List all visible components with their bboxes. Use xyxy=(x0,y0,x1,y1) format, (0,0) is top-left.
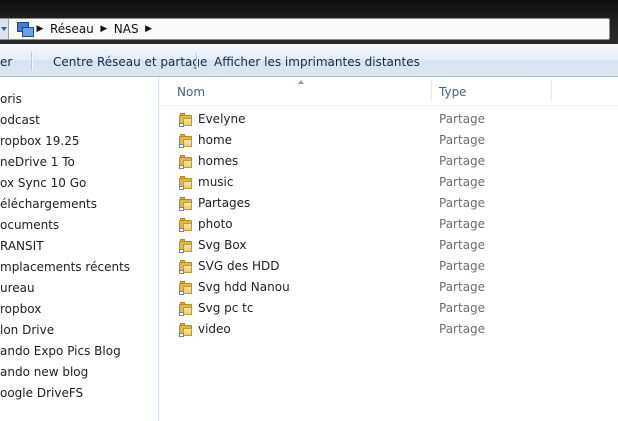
item-name: Partages xyxy=(198,196,251,210)
item-name: Evelyne xyxy=(198,112,246,126)
nav-item[interactable]: ropbox xyxy=(0,299,158,319)
list-item[interactable]: Evelyne Partage xyxy=(159,110,618,131)
nav-item[interactable]: ox Sync 10 Go xyxy=(0,173,158,193)
item-name: home xyxy=(198,133,233,147)
list-item[interactable]: Partages Partage xyxy=(159,194,618,215)
shared-folder-icon xyxy=(179,323,193,337)
toolbar-divider xyxy=(196,52,198,70)
item-name: SVG des HDD xyxy=(198,259,280,273)
list-item[interactable]: Svg Box Partage xyxy=(159,236,618,257)
address-history-dropdown[interactable] xyxy=(0,19,9,39)
column-divider[interactable] xyxy=(551,81,552,101)
shared-folder-icon xyxy=(179,281,193,295)
sort-ascending-icon xyxy=(298,80,304,84)
list-item[interactable]: home Partage xyxy=(159,131,618,152)
shared-folder-icon xyxy=(179,113,193,127)
item-name: Svg pc tc xyxy=(198,301,254,315)
toolbar-organize-button[interactable]: er xyxy=(0,55,12,69)
column-divider[interactable] xyxy=(431,81,432,101)
item-name: photo xyxy=(198,217,233,231)
nav-item[interactable]: ando Expo Pics Blog xyxy=(0,341,158,361)
item-name: video xyxy=(198,322,231,336)
address-bar[interactable]: ▶ Réseau ▶ NAS ▶ xyxy=(0,18,610,40)
breadcrumb-arrow-icon[interactable]: ▶ xyxy=(142,24,156,34)
nav-item[interactable]: ocuments xyxy=(0,215,158,235)
item-type: Partage xyxy=(439,175,486,189)
nav-item[interactable]: ureau xyxy=(0,278,158,298)
item-name: Svg Box xyxy=(198,238,247,252)
item-type: Partage xyxy=(439,217,486,231)
nav-item[interactable]: RANSIT xyxy=(0,236,158,256)
item-type: Partage xyxy=(439,301,486,315)
item-type: Partage xyxy=(439,259,486,273)
nav-item[interactable]: ropbox 19.25 xyxy=(0,131,158,151)
breadcrumb-arrow-icon[interactable]: ▶ xyxy=(33,24,47,34)
column-header-name[interactable]: Nom xyxy=(177,85,205,99)
shared-folder-icon xyxy=(179,239,193,253)
network-sharing-center-button[interactable]: Centre Réseau et partage xyxy=(53,55,207,69)
list-item[interactable]: music Partage xyxy=(159,173,618,194)
item-type: Partage xyxy=(439,238,486,252)
view-remote-printers-button[interactable]: Afficher les imprimantes distantes xyxy=(214,55,420,69)
file-list[interactable]: Nom Type Evelyne Partage home Partage ho… xyxy=(159,77,618,421)
item-name: music xyxy=(198,175,234,189)
nav-item[interactable]: oris xyxy=(0,89,158,109)
shared-folder-icon xyxy=(179,302,193,316)
breadcrumb-nas[interactable]: NAS xyxy=(111,22,142,36)
command-bar: er Centre Réseau et partage Afficher les… xyxy=(0,44,618,77)
item-name: homes xyxy=(198,154,239,168)
list-item[interactable]: homes Partage xyxy=(159,152,618,173)
navigation-pane[interactable]: oris odcast ropbox 19.25 neDrive 1 To ox… xyxy=(0,77,159,421)
column-header-type[interactable]: Type xyxy=(439,85,467,99)
item-type: Partage xyxy=(439,154,486,168)
shared-folder-icon xyxy=(179,155,193,169)
item-name: Svg hdd Nanou xyxy=(198,280,290,294)
shared-folder-icon xyxy=(179,218,193,232)
nav-item[interactable]: odcast xyxy=(0,110,158,130)
shared-folder-icon xyxy=(179,134,193,148)
item-type: Partage xyxy=(439,280,486,294)
shared-folder-icon xyxy=(179,176,193,190)
item-type: Partage xyxy=(439,112,486,126)
nav-item[interactable]: oogle DriveFS xyxy=(0,383,158,403)
shared-folder-icon xyxy=(179,197,193,211)
nav-item[interactable]: éléchargements xyxy=(0,194,158,214)
network-icon xyxy=(15,21,34,37)
breadcrumb-arrow-icon[interactable]: ▶ xyxy=(97,24,111,34)
item-type: Partage xyxy=(439,133,486,147)
toolbar-divider xyxy=(31,52,33,70)
breadcrumb-reseau[interactable]: Réseau xyxy=(47,22,97,36)
list-item[interactable]: Svg hdd Nanou Partage xyxy=(159,278,618,299)
window-title-bar: ▶ Réseau ▶ NAS ▶ xyxy=(0,0,618,44)
item-type: Partage xyxy=(439,322,486,336)
nav-item[interactable]: ando new blog xyxy=(0,362,158,382)
item-type: Partage xyxy=(439,196,486,210)
list-item[interactable]: video Partage xyxy=(159,320,618,341)
nav-item[interactable]: mplacements récents xyxy=(0,257,158,277)
list-item[interactable]: SVG des HDD Partage xyxy=(159,257,618,278)
nav-item[interactable]: neDrive 1 To xyxy=(0,152,158,172)
shared-folder-icon xyxy=(179,260,193,274)
column-header-row: Nom Type xyxy=(159,77,618,106)
list-item[interactable]: photo Partage xyxy=(159,215,618,236)
nav-item[interactable]: lon Drive xyxy=(0,320,158,340)
list-item[interactable]: Svg pc tc Partage xyxy=(159,299,618,320)
